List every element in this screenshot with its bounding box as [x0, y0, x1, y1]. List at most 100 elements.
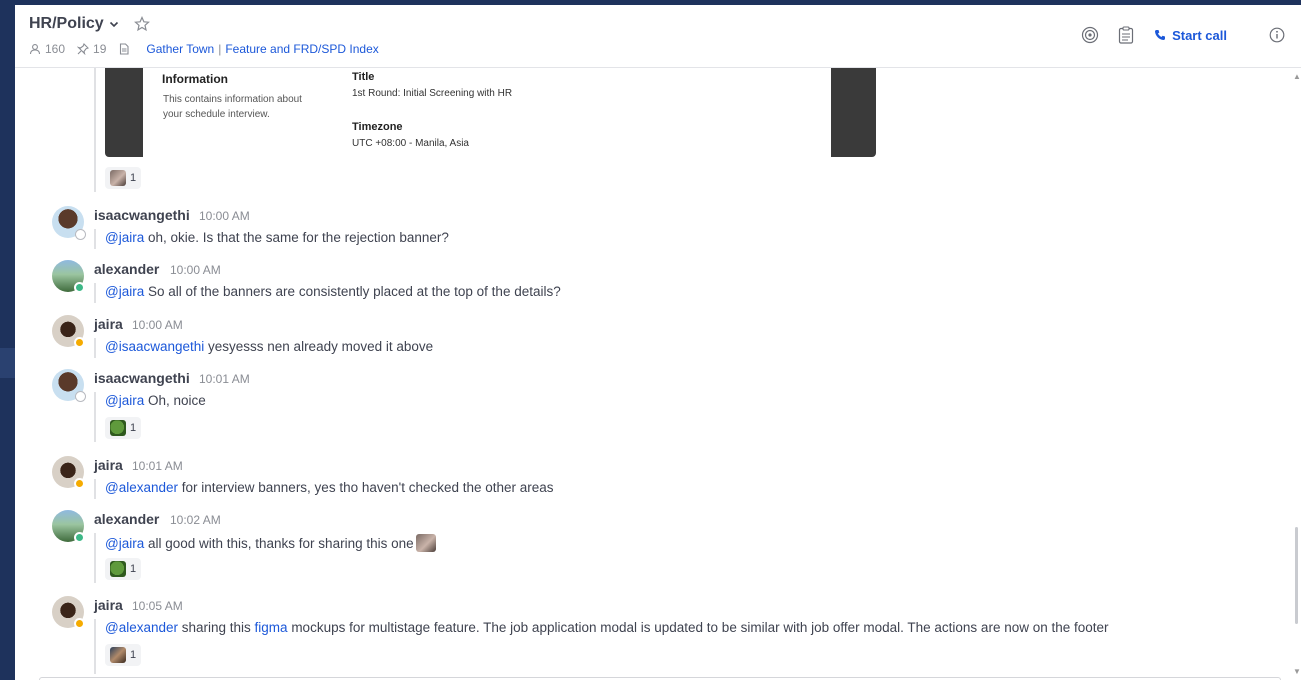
member-count[interactable]: 160	[29, 42, 65, 56]
scroll-up-arrow[interactable]: ▲	[1293, 72, 1301, 81]
message-text: @alexander sharing this figma mockups fo…	[105, 620, 1109, 635]
pinned-count[interactable]: 19	[77, 42, 106, 56]
username[interactable]: isaacwangethi	[94, 207, 190, 223]
thread-line	[94, 338, 96, 358]
bookmark-feature-index[interactable]: Feature and FRD/SPD Index	[225, 42, 378, 56]
header-actions: Start call	[1064, 25, 1287, 45]
member-count-value: 160	[45, 42, 66, 56]
username[interactable]: alexander	[94, 261, 159, 277]
timestamp[interactable]: 10:01 AM	[199, 372, 250, 386]
thread-line	[94, 533, 96, 583]
channel-title-row[interactable]: HR/Policy	[29, 15, 150, 33]
preview-timezone-label: Timezone	[352, 121, 403, 133]
channel-meta: 160 19 Gather Town | Feature and FRD/SPD…	[29, 42, 379, 56]
thread-line	[94, 283, 96, 303]
username[interactable]: isaacwangethi	[94, 370, 190, 386]
document-icon	[120, 43, 129, 55]
message-text: @jaira So all of the banners are consist…	[105, 284, 561, 299]
mention[interactable]: @jaira	[105, 393, 144, 408]
start-call-label: Start call	[1172, 27, 1227, 43]
preview-description: This contains information about your sch…	[163, 94, 302, 120]
thread-line	[94, 68, 96, 192]
channel-header: HR/Policy 160 19 Gather Town | Feature a…	[15, 5, 1301, 68]
message-body: for interview banners, yes tho haven't c…	[178, 480, 554, 495]
reaction-button[interactable]: 1	[105, 558, 141, 580]
message-body-b: mockups for multistage feature. The job …	[287, 620, 1109, 635]
mention[interactable]: @jaira	[105, 230, 144, 245]
timestamp[interactable]: 10:00 AM	[199, 209, 250, 223]
reaction-button[interactable]: 1	[105, 644, 141, 666]
custom-emoji-icon	[415, 534, 436, 552]
message-text: @jaira Oh, noice	[105, 393, 206, 408]
mention[interactable]: @jaira	[105, 284, 144, 299]
status-online-icon	[74, 282, 85, 293]
mention[interactable]: @alexander	[105, 480, 178, 495]
reaction-count: 1	[130, 172, 137, 184]
preview-title-label: Title	[352, 71, 375, 83]
thread-line	[94, 479, 96, 499]
preview-heading: Information	[162, 72, 228, 86]
message-body: oh, okie. Is that the same for the rejec…	[144, 230, 449, 245]
scrollbar[interactable]: ▲ ▼	[1293, 72, 1301, 676]
target-icon[interactable]	[1080, 25, 1100, 45]
message-text: @jaira all good with this, thanks for sh…	[105, 534, 436, 552]
thread-line	[94, 619, 96, 674]
message-text: @isaacwangethi yesyesss nen already move…	[105, 339, 433, 354]
team-sidebar	[0, 5, 15, 680]
preview-timezone-value: UTC +08:00 - Manila, Asia	[352, 138, 469, 149]
frog-emoji-icon	[110, 420, 126, 436]
bookmark-gather-town[interactable]: Gather Town	[146, 42, 214, 56]
message-text: @alexander for interview banners, yes th…	[105, 480, 554, 495]
image-attachment-preview[interactable]: Information This contains information ab…	[105, 68, 876, 157]
timestamp[interactable]: 10:05 AM	[132, 599, 183, 613]
username[interactable]: alexander	[94, 511, 159, 527]
message-text: @jaira oh, okie. Is that the same for th…	[105, 230, 449, 245]
phone-icon	[1155, 30, 1166, 40]
timestamp[interactable]: 10:02 AM	[170, 513, 221, 527]
custom-emoji-icon	[110, 647, 126, 663]
reaction-button[interactable]: 1	[105, 167, 141, 189]
reaction-count: 1	[130, 649, 137, 661]
username[interactable]: jaira	[94, 316, 123, 332]
status-dnd-icon	[74, 478, 85, 489]
custom-emoji-icon	[110, 170, 126, 186]
info-icon[interactable]	[1267, 25, 1287, 45]
status-away-icon	[75, 229, 86, 240]
status-away-icon	[75, 391, 86, 402]
scroll-thumb[interactable]	[1295, 527, 1298, 624]
thread-line	[94, 229, 96, 249]
message-body: So all of the banners are consistently p…	[144, 284, 561, 299]
chevron-down-icon[interactable]	[108, 18, 120, 30]
thread-line	[94, 392, 96, 442]
mention[interactable]: @isaacwangethi	[105, 339, 204, 354]
message-body-a: sharing this	[178, 620, 255, 635]
username[interactable]: jaira	[94, 457, 123, 473]
channel-name[interactable]: HR/Policy	[29, 15, 104, 33]
preview-title-value: 1st Round: Initial Screening with HR	[352, 88, 513, 99]
status-online-icon	[74, 532, 85, 543]
timestamp[interactable]: 10:01 AM	[132, 459, 183, 473]
files-button[interactable]	[118, 43, 134, 55]
mention[interactable]: @alexander	[105, 620, 178, 635]
start-call-button[interactable]: Start call	[1154, 28, 1227, 43]
clipboard-icon[interactable]	[1116, 25, 1136, 45]
reaction-button[interactable]: 1	[105, 417, 141, 439]
pin-icon	[77, 43, 90, 55]
frog-emoji-icon	[110, 561, 126, 577]
username[interactable]: jaira	[94, 597, 123, 613]
member-icon	[29, 44, 41, 55]
pinned-count-value: 19	[93, 42, 107, 56]
mention[interactable]: @jaira	[105, 536, 144, 551]
timestamp[interactable]: 10:00 AM	[170, 263, 221, 277]
status-dnd-icon	[74, 337, 85, 348]
reaction-count: 1	[130, 422, 137, 434]
reaction-count: 1	[130, 563, 137, 575]
timestamp[interactable]: 10:00 AM	[132, 318, 183, 332]
message-body: all good with this, thanks for sharing t…	[144, 536, 414, 551]
sidebar-selected-item[interactable]	[0, 348, 15, 378]
scroll-down-arrow[interactable]: ▼	[1293, 667, 1301, 676]
figma-link[interactable]: figma	[255, 620, 288, 635]
star-icon[interactable]	[133, 16, 150, 32]
preview-content: Information This contains information ab…	[143, 68, 831, 157]
message-body: yesyesss nen already moved it above	[204, 339, 434, 354]
